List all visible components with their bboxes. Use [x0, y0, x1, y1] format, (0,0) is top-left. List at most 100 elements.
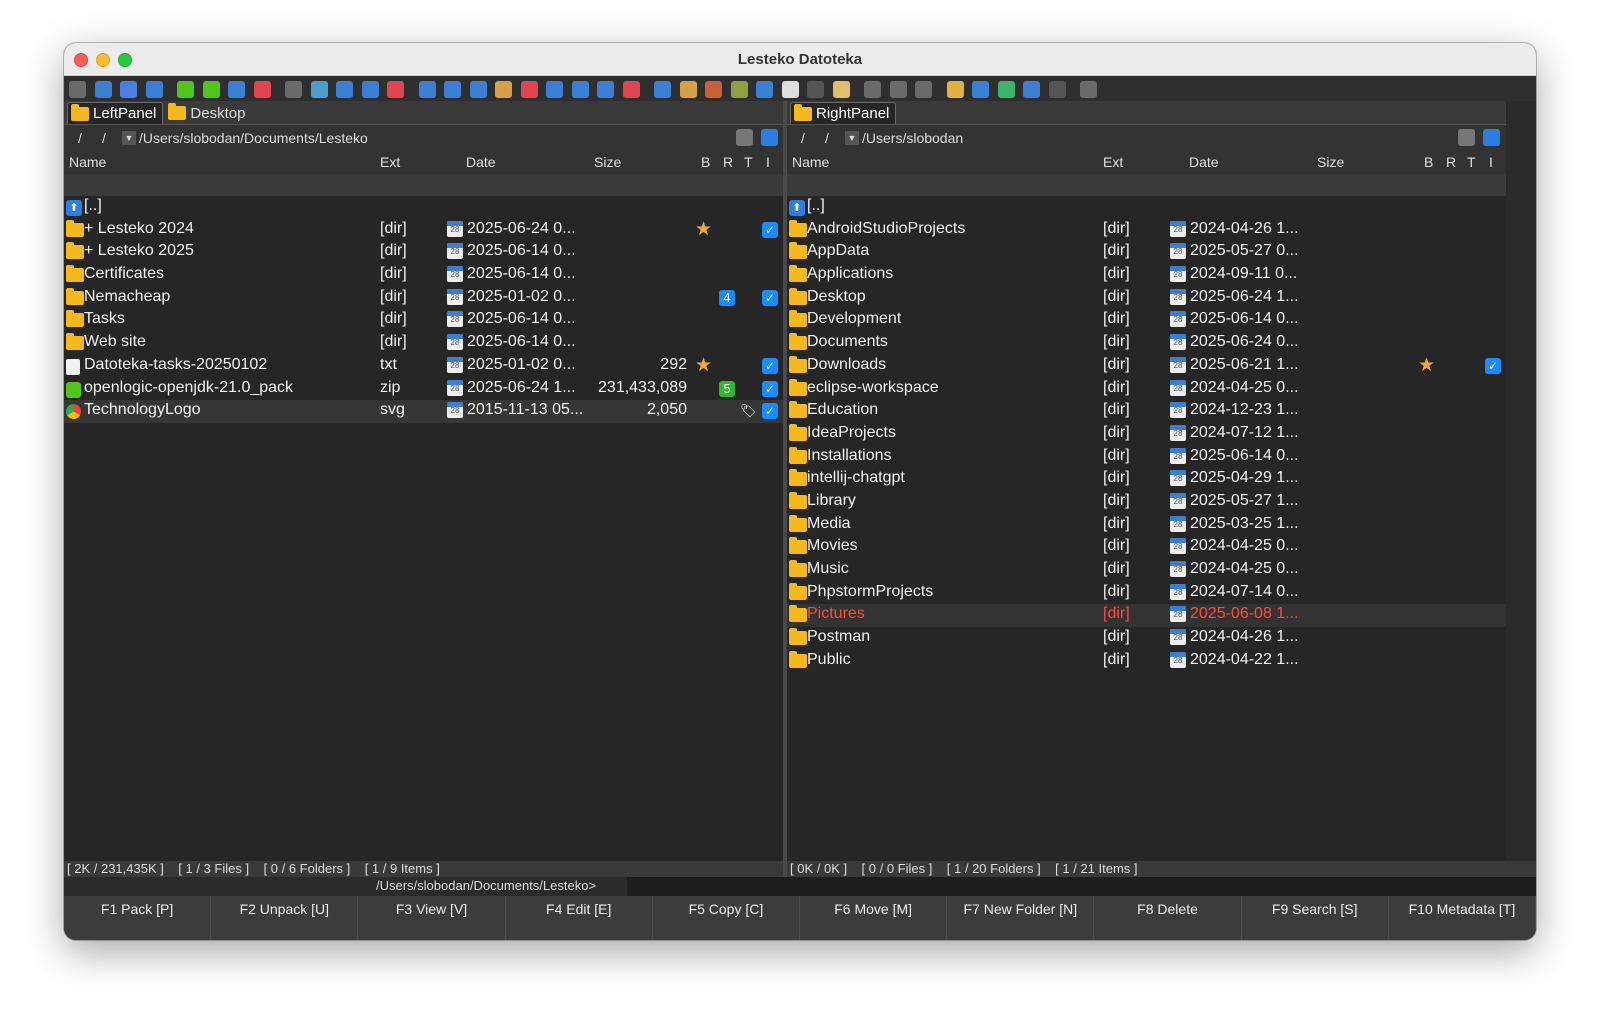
toolbar-button-icon[interactable]	[546, 80, 563, 98]
table-row[interactable]: AndroidStudioProjects [dir] 28 2024-04-26 1…	[787, 219, 1506, 242]
toolbar-button-icon[interactable]	[361, 80, 379, 98]
toolbar-button-icon[interactable]	[807, 80, 824, 98]
toolbar-button-icon[interactable]	[1023, 80, 1040, 98]
right-history-icon[interactable]	[1458, 129, 1475, 146]
toolbar-button-icon[interactable]	[705, 80, 722, 98]
left-up-icon[interactable]	[761, 129, 778, 146]
col-i[interactable]: I	[766, 154, 770, 170]
table-row[interactable]: Education [dir] 28 2024-12-23 1...	[787, 400, 1506, 423]
toolbar-button-icon[interactable]	[889, 80, 907, 98]
col-name[interactable]: Name	[69, 154, 106, 170]
check-icon[interactable]: ✓	[1485, 357, 1501, 374]
tab-leftpanel[interactable]: LeftPanel	[67, 102, 164, 124]
table-row[interactable]: ⬆ [..]	[787, 196, 1506, 219]
path-dropdown-icon[interactable]: ▼	[845, 131, 859, 145]
toolbar-button-icon[interactable]	[228, 80, 245, 98]
col-r[interactable]: R	[1446, 154, 1456, 170]
col-ext[interactable]: Ext	[380, 154, 400, 170]
left-path[interactable]: /Users/slobodan/Documents/Lesteko	[139, 130, 368, 146]
toolbar-button-icon[interactable]	[520, 80, 538, 98]
fkey-button-3[interactable]: F3 View [V]	[358, 896, 506, 940]
root-path-button[interactable]: /	[801, 130, 811, 146]
fkey-button-1[interactable]: F1 Pack [P]	[64, 896, 212, 940]
table-row[interactable]: Documents [dir] 28 2025-06-24 0...	[787, 332, 1506, 355]
toolbar-button-icon[interactable]	[253, 80, 271, 98]
col-b[interactable]: B	[1424, 154, 1433, 170]
toolbar-button-icon[interactable]	[972, 80, 989, 98]
star-icon[interactable]: ★	[695, 218, 712, 241]
table-row[interactable]: Postman [dir] 28 2024-04-26 1...	[787, 627, 1506, 650]
check-icon[interactable]: ✓	[762, 289, 778, 306]
toolbar-button-icon[interactable]	[1048, 80, 1066, 98]
right-path[interactable]: /Users/slobodan	[862, 130, 963, 146]
rating-badge[interactable]: 5	[719, 380, 735, 397]
toolbar-button-icon[interactable]	[622, 80, 640, 98]
toolbar-button-icon[interactable]	[730, 80, 748, 98]
table-row[interactable]: Certificates [dir] 28 2025-06-14 0...	[64, 264, 783, 287]
col-t[interactable]: T	[1467, 154, 1476, 170]
table-row[interactable]: PhpstormProjects [dir] 28 2024-07-14 0...	[787, 582, 1506, 605]
col-size[interactable]: Size	[594, 154, 621, 170]
toolbar-button-icon[interactable]	[654, 80, 671, 98]
table-row[interactable]: Nemacheap [dir] 28 2025-01-02 0... 4 ✓	[64, 287, 783, 310]
table-row[interactable]: IdeaProjects [dir] 28 2024-07-12 1...	[787, 423, 1506, 446]
toolbar-button-icon[interactable]	[946, 80, 964, 98]
table-row[interactable]: Library [dir] 28 2025-05-27 1...	[787, 491, 1506, 514]
toolbar-button-icon[interactable]	[832, 80, 850, 98]
col-b[interactable]: B	[701, 154, 710, 170]
table-row[interactable]: eclipse-workspace [dir] 28 2024-04-25 0...	[787, 378, 1506, 401]
table-row[interactable]: AppData [dir] 28 2025-05-27 0...	[787, 241, 1506, 264]
fkey-button-4[interactable]: F4 Edit [E]	[506, 896, 653, 940]
toolbar-button-icon[interactable]	[597, 80, 614, 98]
toolbar-button-icon[interactable]	[387, 80, 404, 98]
toolbar-button-icon[interactable]	[418, 80, 436, 98]
toolbar-button-icon[interactable]	[495, 80, 512, 98]
table-row[interactable]: Media [dir] 28 2025-03-25 1...	[787, 514, 1506, 537]
table-row[interactable]: Datoteka-tasks-20250102 txt 28 2025-01-02 0…	[64, 355, 783, 378]
toolbar-button-icon[interactable]	[915, 80, 932, 98]
col-ext[interactable]: Ext	[1103, 154, 1123, 170]
toolbar-button-icon[interactable]	[310, 80, 328, 98]
table-row[interactable]: + Lesteko 2025 [dir] 28 2025-06-14 0...	[64, 241, 783, 264]
tab-desktop[interactable]: Desktop	[165, 102, 251, 124]
up-arrow-icon[interactable]: ⬆	[66, 200, 82, 216]
table-row[interactable]: Movies [dir] 28 2024-04-25 0...	[787, 536, 1506, 559]
toolbar-button-icon[interactable]	[864, 80, 881, 98]
check-icon[interactable]: ✓	[762, 357, 778, 374]
fkey-button-6[interactable]: F6 Move [M]	[800, 896, 948, 940]
fkey-button-2[interactable]: F2 Unpack [U]	[211, 896, 359, 940]
toolbar-button-icon[interactable]	[444, 80, 461, 98]
root-path-button[interactable]: /	[78, 130, 88, 146]
table-row[interactable]: + Lesteko 2024 [dir] 28 2025-06-24 0... ★ ✓	[64, 219, 783, 242]
col-size[interactable]: Size	[1317, 154, 1344, 170]
toolbar-button-icon[interactable]	[120, 80, 137, 98]
check-icon[interactable]: ✓	[762, 221, 778, 238]
toolbar-button-icon[interactable]	[571, 80, 589, 98]
tag-icon[interactable]: 🏷	[740, 403, 757, 419]
rating-badge[interactable]: 4	[719, 289, 735, 306]
toolbar-button-icon[interactable]	[285, 80, 302, 98]
right-up-icon[interactable]	[1483, 129, 1500, 146]
toolbar-button-icon[interactable]	[94, 80, 112, 98]
right-filter-row[interactable]	[787, 174, 1506, 196]
left-history-icon[interactable]	[736, 129, 753, 146]
check-icon[interactable]: ✓	[762, 380, 778, 397]
table-row[interactable]: Web site [dir] 28 2025-06-14 0...	[64, 332, 783, 355]
command-input[interactable]	[627, 877, 1536, 896]
table-row[interactable]: Desktop [dir] 28 2025-06-24 1...	[787, 287, 1506, 310]
col-r[interactable]: R	[723, 154, 733, 170]
table-row[interactable]: Pictures [dir] 28 2025-06-08 1...	[787, 604, 1506, 628]
toolbar-button-icon[interactable]	[177, 80, 194, 98]
toolbar-button-icon[interactable]	[781, 80, 799, 98]
check-icon[interactable]: ✓	[762, 403, 778, 420]
fkey-button-5[interactable]: F5 Copy [C]	[653, 896, 801, 940]
table-row[interactable]: Installations [dir] 28 2025-06-14 0...	[787, 446, 1506, 469]
toolbar-button-icon[interactable]	[202, 80, 220, 98]
table-row[interactable]: ⬆ [..]	[64, 196, 783, 219]
toolbar-button-icon[interactable]	[1080, 80, 1097, 98]
col-i[interactable]: I	[1489, 154, 1493, 170]
toolbar-button-icon[interactable]	[679, 80, 697, 98]
fkey-button-9[interactable]: F9 Search [S]	[1242, 896, 1389, 940]
toolbar-button-icon[interactable]	[336, 80, 353, 98]
col-name[interactable]: Name	[792, 154, 829, 170]
